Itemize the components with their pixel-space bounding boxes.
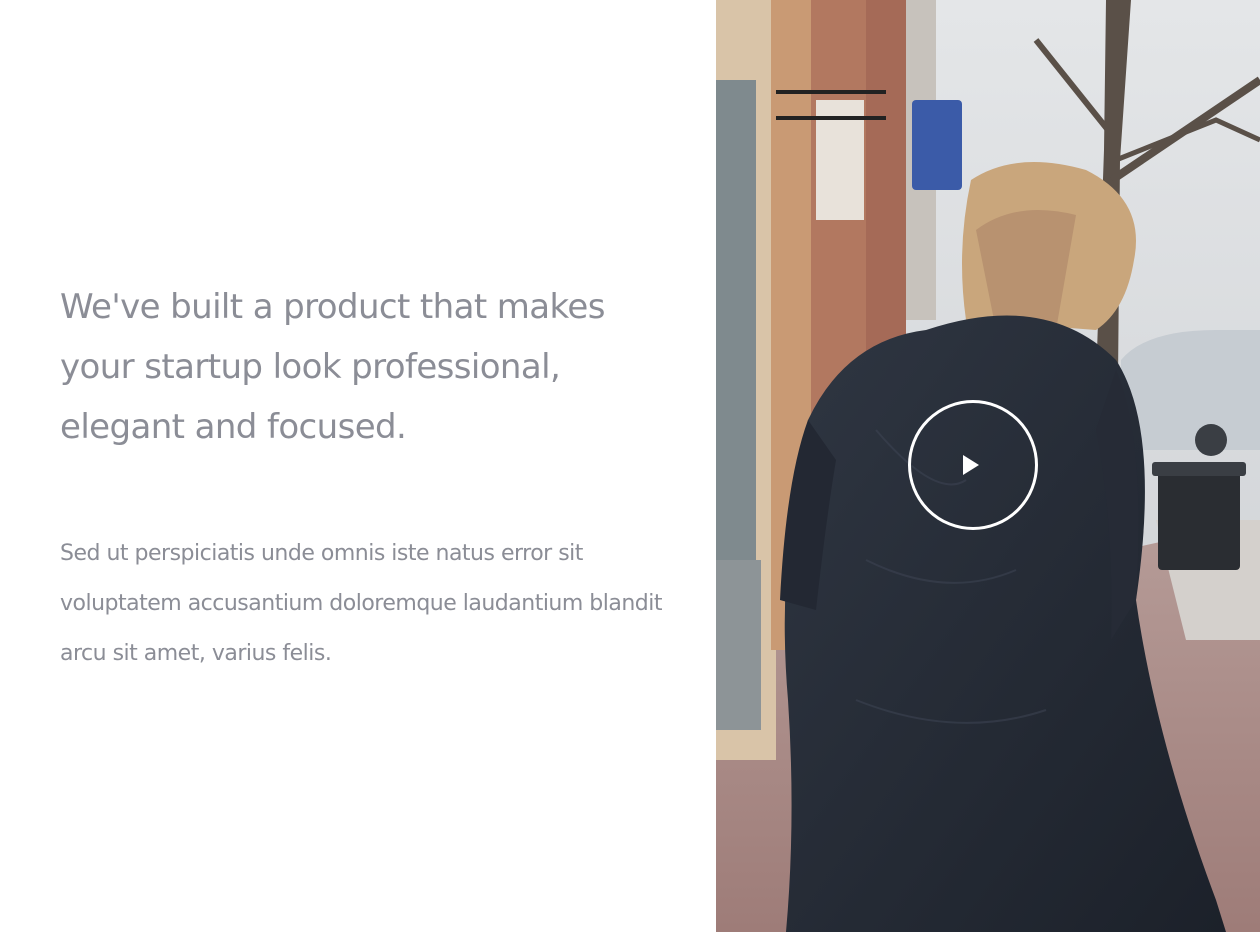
hero-description: Sed ut perspiciatis unde omnis iste natu… [60,541,663,666]
hero-video-thumbnail[interactable] [716,0,1260,932]
hero-headline: We've built a product that makes your st… [60,287,605,447]
hero-text-column: We've built a product that makes your st… [60,277,680,679]
play-icon [963,455,979,475]
play-button[interactable] [908,400,1038,530]
